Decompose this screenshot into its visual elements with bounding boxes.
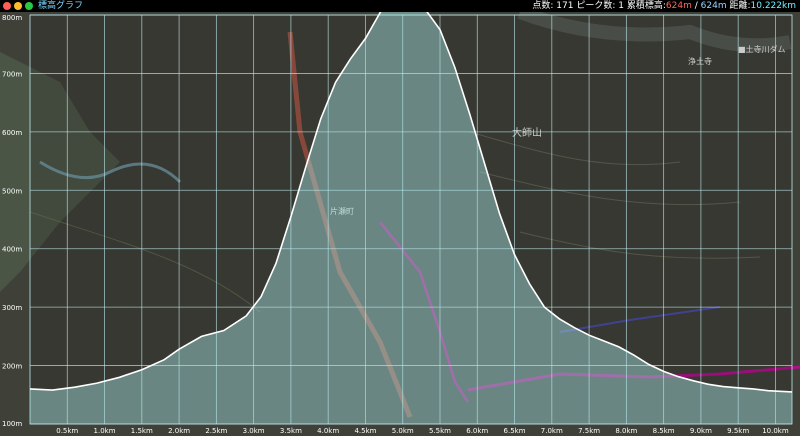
y-tick-label: 200m xyxy=(2,363,22,371)
y-tick-label: 600m xyxy=(2,129,22,137)
x-tick-label: 6.5km xyxy=(504,427,526,435)
x-tick-label: 7.5km xyxy=(578,427,600,435)
x-tick-label: 8.0km xyxy=(615,427,637,435)
x-tick-label: 10.0km xyxy=(762,427,789,435)
x-tick-label: 4.5km xyxy=(354,427,376,435)
elevation-chart[interactable]: 大師山 ■土寺川ダム 浄土寺 片瀬町 800m700m600m500m400m3… xyxy=(0,12,800,436)
y-tick-label: 500m xyxy=(2,187,22,195)
route-stats: 点数: 171 ピーク数: 1 累積標高:624m / 624m 距離:10.2… xyxy=(532,0,796,12)
x-tick-label: 2.5km xyxy=(205,427,227,435)
x-tick-label: 8.5km xyxy=(653,427,675,435)
gain-label: 累積標高: xyxy=(626,1,666,11)
elevation-graph-window: 標高グラフ 点数: 171 ピーク数: 1 累積標高:624m / 624m 距… xyxy=(0,0,800,436)
y-tick-label: 400m xyxy=(2,246,22,254)
y-tick-label: 700m xyxy=(2,70,22,78)
gain-up-value: 624m xyxy=(665,1,692,11)
points-label: 点数: xyxy=(532,1,554,11)
x-tick-label: 3.5km xyxy=(280,427,302,435)
x-tick-label: 1.0km xyxy=(94,427,116,435)
y-tick-label: 100m xyxy=(2,420,22,428)
x-tick-label: 7.0km xyxy=(541,427,563,435)
minimize-window-button[interactable] xyxy=(14,2,22,10)
gain-separator: / xyxy=(694,1,698,11)
points-value: 171 xyxy=(556,1,574,11)
x-tick-label: 6.0km xyxy=(466,427,488,435)
x-tick-label: 5.5km xyxy=(429,427,451,435)
zoom-window-button[interactable] xyxy=(25,2,33,10)
close-window-button[interactable] xyxy=(3,2,11,10)
distance-label: 距離: xyxy=(729,1,751,11)
x-tick-label: 2.0km xyxy=(168,427,190,435)
x-tick-label: 3.0km xyxy=(243,427,265,435)
gain-down-value: 624m xyxy=(700,1,727,11)
y-tick-label: 300m xyxy=(2,304,22,312)
x-tick-label: 1.5km xyxy=(131,427,153,435)
x-tick-label: 9.0km xyxy=(690,427,712,435)
title-bar: 標高グラフ 点数: 171 ピーク数: 1 累積標高:624m / 624m 距… xyxy=(0,0,800,12)
peaks-label: ピーク数: xyxy=(576,1,616,11)
x-tick-label: 4.0km xyxy=(317,427,339,435)
x-tick-label: 0.5km xyxy=(56,427,78,435)
window-title: 標高グラフ xyxy=(38,1,84,11)
x-tick-label: 9.5km xyxy=(727,427,749,435)
distance-value: 10.222km xyxy=(750,1,796,11)
y-tick-label: 800m xyxy=(2,14,22,22)
peaks-value: 1 xyxy=(618,1,624,11)
x-tick-label: 5.0km xyxy=(392,427,414,435)
